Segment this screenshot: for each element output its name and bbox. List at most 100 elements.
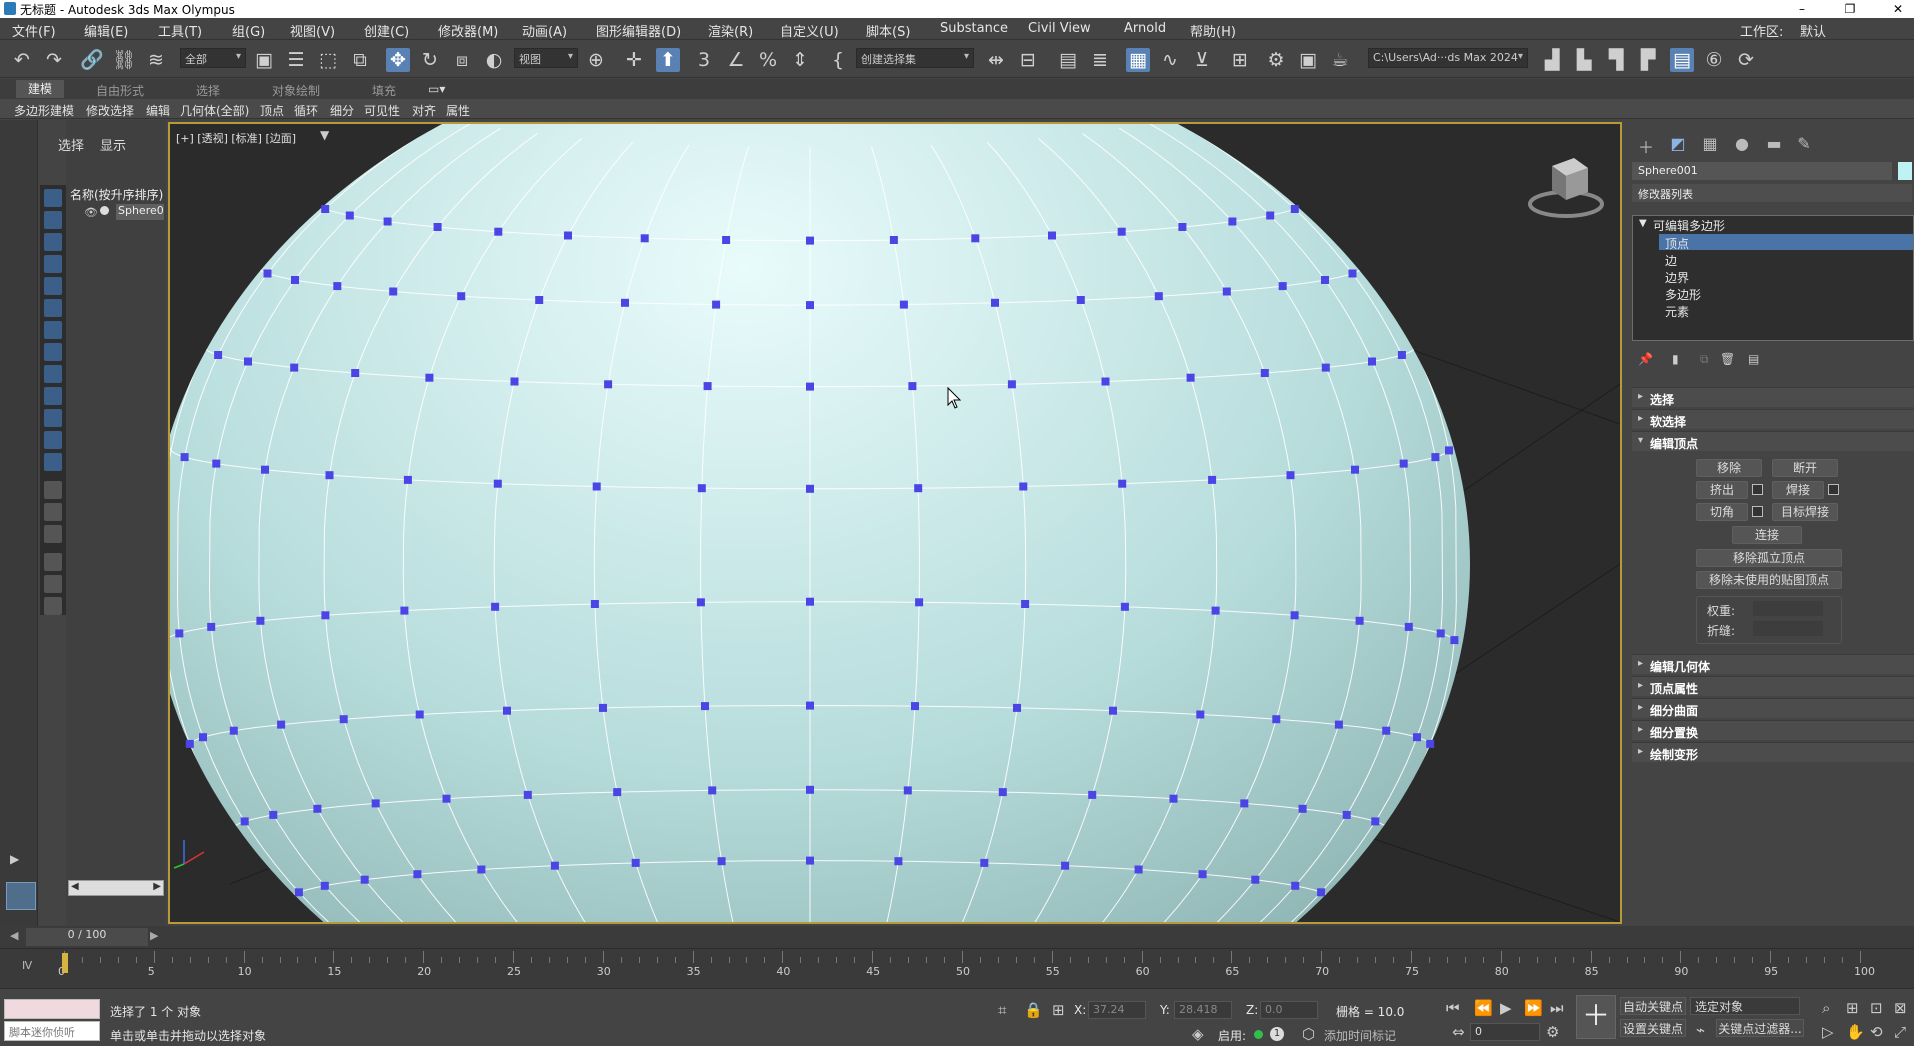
rendered-frame-icon[interactable]: ▣	[1296, 48, 1320, 72]
vertex-point[interactable]	[413, 870, 422, 879]
ribbon-options-icon[interactable]: ▭▾	[428, 82, 445, 96]
vertex-point[interactable]	[229, 726, 238, 735]
vertex-point[interactable]	[806, 785, 814, 794]
info-icon[interactable]: 1	[1270, 1027, 1284, 1041]
invert-display-icon[interactable]	[44, 525, 62, 543]
tab-object-paint[interactable]: 对象绘制	[272, 82, 320, 99]
menu-tools[interactable]: 工具(T)	[158, 21, 202, 40]
menu-modifiers[interactable]: 修改器(M)	[438, 21, 498, 40]
display-hidden-icon[interactable]	[44, 453, 62, 471]
vertex-point[interactable]	[290, 363, 299, 372]
unlink-icon[interactable]: ⛓	[112, 48, 136, 72]
vertex-point[interactable]	[1208, 475, 1217, 484]
funnel-icon[interactable]	[44, 575, 62, 593]
vertex-point[interactable]	[1196, 710, 1205, 719]
vertex-point[interactable]	[320, 881, 329, 890]
vertex-point[interactable]	[494, 227, 503, 236]
key-filter-icon[interactable]: ⌁	[1696, 1021, 1705, 1039]
viewport-layout-icon[interactable]: ▤	[1670, 48, 1694, 72]
vertex-point[interactable]	[903, 786, 912, 795]
vertex-point[interactable]	[1266, 211, 1275, 220]
rollout-selection[interactable]: ▸ 选择	[1632, 387, 1914, 407]
explorer-hscrollbar[interactable]: ◀ ▶	[68, 880, 164, 896]
vertex-point[interactable]	[1228, 217, 1237, 226]
vertex-point[interactable]	[1404, 622, 1413, 631]
extrude-settings-icon[interactable]	[1752, 484, 1763, 495]
vertex-point[interactable]	[889, 236, 898, 244]
display-spacewarps-icon[interactable]	[44, 321, 62, 339]
vertex-point[interactable]	[1317, 888, 1326, 897]
maximize-viewport-icon[interactable]: ⤢	[1894, 1023, 1906, 1041]
stack-level-vertex[interactable]: 顶点	[1665, 235, 1689, 252]
modifier-list-dropdown[interactable]: 修改器列表	[1632, 184, 1912, 202]
enable-indicator-icon[interactable]	[1254, 1030, 1263, 1039]
vertex-point[interactable]	[1019, 482, 1028, 491]
vertex-point[interactable]	[1334, 720, 1343, 729]
z-coord-field[interactable]: 0.0	[1260, 1001, 1318, 1019]
next-frame-icon[interactable]: ⏩	[1524, 999, 1543, 1017]
vertex-point[interactable]	[1290, 205, 1299, 213]
vertex-point[interactable]	[1342, 810, 1351, 819]
vertex-point[interactable]	[980, 858, 989, 867]
time-cursor[interactable]	[62, 953, 68, 973]
ribbon-modify-selection[interactable]: 修改选择	[86, 102, 134, 119]
isolate-icon[interactable]: ⌗	[998, 1001, 1006, 1019]
vertex-point[interactable]	[457, 292, 466, 301]
menu-views[interactable]: 视图(V)	[290, 21, 335, 40]
time-config-icon[interactable]: ⚙	[1546, 1023, 1559, 1041]
time-slider[interactable]: ◀ 0 / 100 ▶	[0, 926, 1914, 948]
vertex-point[interactable]	[1445, 446, 1453, 455]
vertex-point[interactable]	[599, 703, 607, 712]
scene-explorer-icon[interactable]: ▤	[1056, 48, 1080, 72]
vertex-point[interactable]	[371, 799, 380, 808]
vertex-point[interactable]	[1321, 363, 1330, 372]
vertex-point[interactable]	[1290, 611, 1299, 620]
vertex-point[interactable]	[806, 301, 814, 310]
edit-named-sel-icon[interactable]: {	[826, 48, 850, 72]
scale-icon[interactable]: ⧈	[450, 48, 474, 72]
viewport-scene[interactable]	[170, 124, 1620, 922]
vertex-point[interactable]	[321, 611, 330, 620]
remove-button[interactable]: 移除	[1696, 459, 1762, 477]
vertex-point[interactable]	[696, 598, 705, 607]
vertex-point[interactable]	[1118, 479, 1127, 488]
set-key-big-button[interactable]: ＋	[1576, 995, 1616, 1039]
tab-modeling[interactable]: 建模	[16, 80, 65, 98]
prev-frame-icon[interactable]: ⏪	[1474, 999, 1493, 1017]
explorer-column-header[interactable]: 名称(按升序排序)	[70, 186, 163, 203]
viewport-label-menu[interactable]: [+] [透视] [标准] [边面]	[176, 130, 296, 146]
vertex-point[interactable]	[199, 733, 207, 742]
align-icon[interactable]: ⊟	[1016, 48, 1040, 72]
display-all-icon[interactable]	[44, 481, 62, 499]
vertex-point[interactable]	[212, 459, 221, 468]
minimize-button[interactable]: –	[1788, 0, 1816, 18]
vertex-point[interactable]	[1382, 726, 1391, 735]
vertex-point[interactable]	[1169, 794, 1178, 803]
maxscript-mini-listener[interactable]: 脚本迷你侦听	[4, 1021, 100, 1041]
vertex-point[interactable]	[1076, 296, 1085, 304]
modify-tab-icon[interactable]: ◩	[1668, 134, 1688, 154]
tab-selection[interactable]: 选择	[196, 82, 220, 99]
rotate-icon[interactable]: ↻	[418, 48, 442, 72]
vertex-point[interactable]	[998, 788, 1007, 797]
vertex-point[interactable]	[914, 484, 923, 493]
rollout-subdivision-surface[interactable]: ▸ 细分曲面	[1632, 698, 1914, 718]
remove-unused-map-verts-button[interactable]: 移除未使用的贴图顶点	[1696, 571, 1842, 589]
hierarchy-tab-icon[interactable]: ▦	[1700, 134, 1720, 154]
explorer-tab-display[interactable]: 显示	[100, 135, 126, 154]
vertex-point[interactable]	[1298, 804, 1307, 813]
reference-coord-dropdown[interactable]: 视图	[514, 48, 578, 68]
vertex-point[interactable]	[339, 715, 348, 724]
crease-spinner[interactable]	[1753, 621, 1823, 636]
remove-modifier-icon[interactable]: 🗑	[1720, 352, 1735, 366]
select-by-name-icon[interactable]: ☰	[284, 48, 308, 72]
rollout-vertex-properties[interactable]: ▸ 顶点属性	[1632, 676, 1914, 696]
sync-icon[interactable]: ⟳	[1734, 48, 1758, 72]
zoom-extents-icon[interactable]: ⊡	[1870, 999, 1883, 1017]
undo-icon[interactable]: ↶	[10, 48, 34, 72]
vertex-point[interactable]	[1278, 282, 1287, 291]
vertex-point[interactable]	[806, 701, 814, 710]
material-editor-icon[interactable]: ⊞	[1228, 48, 1252, 72]
vertex-point[interactable]	[433, 223, 442, 231]
ribbon-poly-modeling[interactable]: 多边形建模	[14, 102, 74, 119]
